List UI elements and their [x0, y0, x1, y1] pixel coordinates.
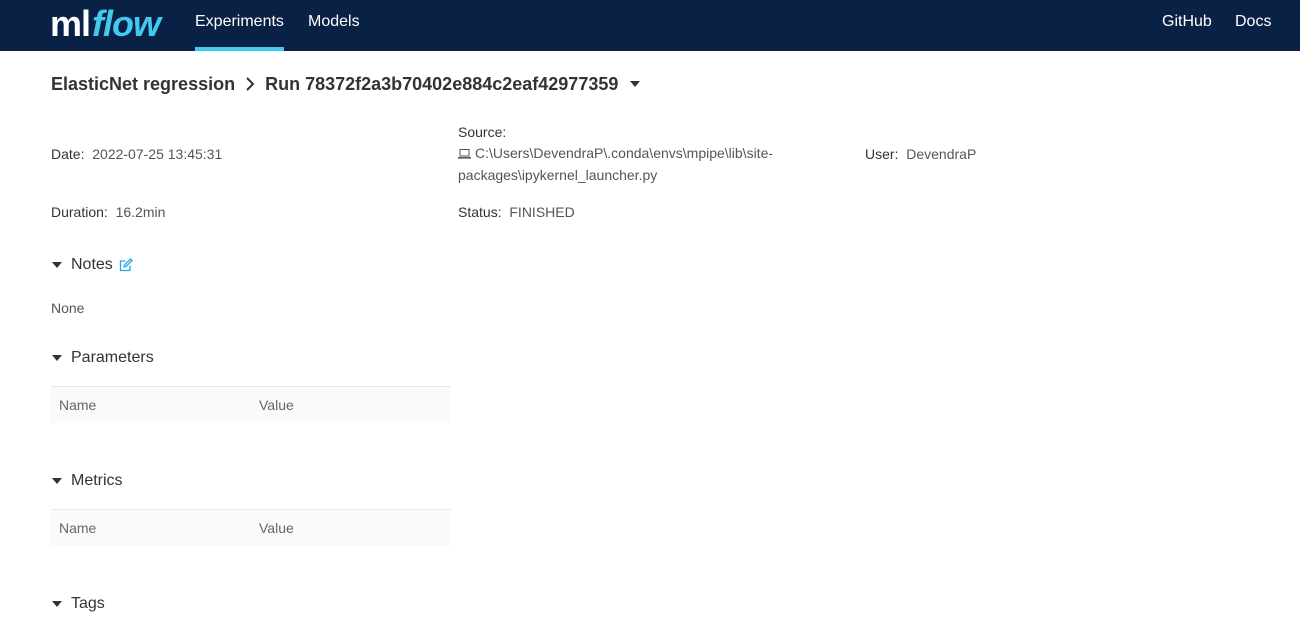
caret-down-icon — [51, 259, 63, 271]
status-label: Status — [458, 204, 498, 220]
metrics-col-value[interactable]: Value — [259, 510, 294, 546]
notes-content: None — [51, 300, 85, 316]
tags-title: Tags — [71, 595, 105, 612]
source-field: Source: C:\Users\DevendraP\.conda\envs\m… — [458, 122, 788, 186]
mlflow-logo[interactable]: ml flow — [50, 0, 161, 48]
duration-field: Duration: 16.2min — [51, 204, 166, 220]
source-label: Source — [458, 124, 503, 140]
user-label: User — [865, 146, 895, 162]
metrics-section-header[interactable]: Metrics — [51, 472, 123, 490]
source-path-line1: C:\Users\DevendraP\.conda\envs\mpipe\lib… — [475, 145, 774, 161]
parameters-col-value[interactable]: Value — [259, 387, 294, 423]
date-value: 2022-07-25 13:45:31 — [92, 146, 223, 162]
status-field: Status: FINISHED — [458, 204, 575, 220]
top-navbar: ml flow Experiments Models GitHub Docs — [0, 0, 1300, 51]
user-field: User: DevendraP — [865, 146, 977, 162]
duration-value: 16.2min — [115, 204, 166, 220]
date-label: Date — [51, 146, 81, 162]
date-field: Date: 2022-07-25 13:45:31 — [51, 146, 223, 162]
parameters-title: Parameters — [71, 349, 154, 366]
logo-flow: flow — [92, 3, 161, 44]
source-path-line2: packages\ipykernel_launcher.py — [458, 167, 658, 183]
caret-down-icon — [51, 598, 63, 610]
breadcrumb: ElasticNet regression Run 78372f2a3b7040… — [51, 72, 641, 96]
logo-ml: ml — [50, 3, 91, 44]
nav-docs-link[interactable]: Docs — [1235, 0, 1271, 51]
notes-title: Notes — [71, 256, 113, 273]
parameters-col-name[interactable]: Name — [59, 387, 96, 423]
status-value: FINISHED — [509, 204, 575, 220]
duration-label: Duration — [51, 204, 104, 220]
user-value: DevendraP — [906, 146, 977, 162]
metrics-title: Metrics — [71, 472, 123, 489]
run-dropdown-caret-down-icon[interactable] — [630, 81, 641, 87]
source-value[interactable]: C:\Users\DevendraP\.conda\envs\mpipe\lib… — [458, 143, 788, 186]
nav-github-link[interactable]: GitHub — [1162, 0, 1212, 51]
breadcrumb-experiment-link[interactable]: ElasticNet regression — [51, 74, 235, 95]
caret-down-icon — [51, 475, 63, 487]
parameters-table-header: Name Value — [51, 386, 451, 423]
parameters-section-header[interactable]: Parameters — [51, 349, 154, 367]
laptop-icon — [458, 144, 471, 165]
notes-section-header[interactable]: Notes — [51, 256, 133, 274]
breadcrumb-run-title: Run 78372f2a3b70402e884c2eaf42977359 — [265, 73, 619, 94]
nav-experiments[interactable]: Experiments — [195, 0, 284, 51]
metrics-col-name[interactable]: Name — [59, 510, 96, 546]
chevron-right-icon — [245, 77, 255, 91]
caret-down-icon — [51, 352, 63, 364]
tags-section-header[interactable]: Tags — [51, 595, 105, 613]
edit-icon[interactable] — [119, 258, 133, 272]
metrics-table-header: Name Value — [51, 509, 451, 546]
nav-models[interactable]: Models — [308, 0, 360, 51]
